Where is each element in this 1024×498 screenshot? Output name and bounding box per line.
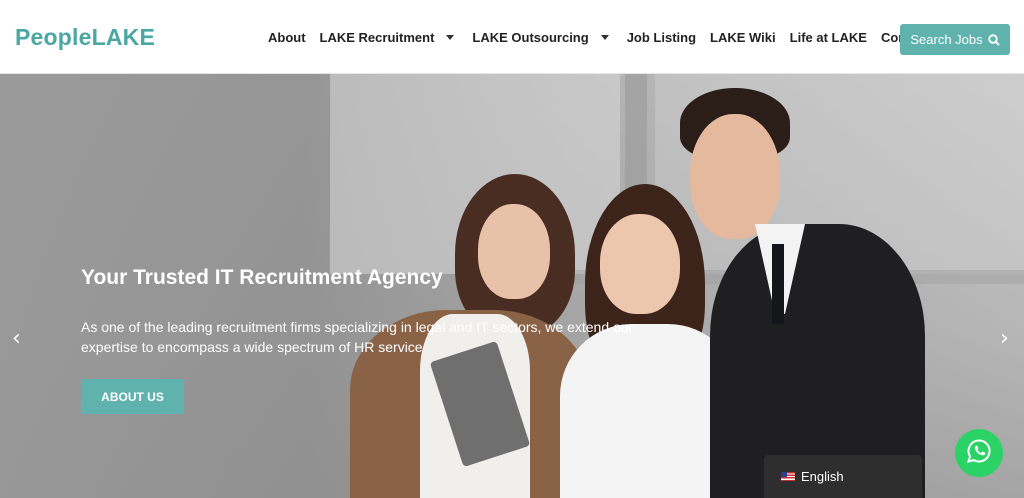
nav-lake-recruitment-label: LAKE Recruitment — [319, 29, 435, 45]
hero-slider: Your Trusted IT Recruitment Agency As on… — [0, 74, 1024, 498]
nav-job-listing[interactable]: Job Listing — [627, 30, 696, 45]
nav-lake-recruitment[interactable]: LAKE Recruitment — [320, 30, 459, 45]
language-selector[interactable]: English — [764, 455, 922, 498]
hero-description: As one of the leading recruitment firms … — [81, 319, 634, 355]
whatsapp-button[interactable] — [955, 429, 1003, 477]
main-nav: About LAKE Recruitment LAKE Outsourcing … — [268, 0, 929, 74]
search-icon — [987, 33, 1000, 46]
site-header: PeopleLAKE About LAKE Recruitment LAKE O… — [0, 0, 1024, 74]
search-jobs-button[interactable]: Search Jobs — [900, 24, 1010, 55]
about-us-button[interactable]: ABOUT US — [81, 379, 184, 414]
us-flag-icon — [781, 472, 795, 481]
chevron-down-icon — [446, 34, 455, 40]
logo-prefix: People — [15, 24, 92, 50]
nav-lake-wiki[interactable]: LAKE Wiki — [710, 30, 776, 45]
nav-lake-wiki-label: LAKE Wiki — [710, 29, 776, 45]
nav-about-label: About — [268, 29, 306, 45]
chevron-down-icon — [600, 34, 609, 40]
nav-lake-outsourcing-label: LAKE Outsourcing — [472, 29, 589, 45]
nav-life-at-lake-label: Life at LAKE — [789, 29, 867, 45]
nav-lake-outsourcing[interactable]: LAKE Outsourcing — [472, 30, 612, 45]
chevron-right-icon[interactable]: › — [1000, 326, 1009, 351]
whatsapp-icon — [966, 438, 992, 468]
hero-title: Your Trusted IT Recruitment Agency — [81, 266, 443, 289]
language-label: English — [801, 469, 844, 484]
logo[interactable]: PeopleLAKE — [15, 24, 155, 51]
nav-job-listing-label: Job Listing — [626, 29, 697, 45]
chevron-left-icon[interactable]: ‹ — [12, 326, 21, 351]
nav-about[interactable]: About — [268, 30, 306, 45]
nav-life-at-lake[interactable]: Life at LAKE — [790, 30, 867, 45]
search-jobs-label: Search Jobs — [910, 32, 983, 47]
logo-suffix: LAKE — [91, 24, 156, 50]
